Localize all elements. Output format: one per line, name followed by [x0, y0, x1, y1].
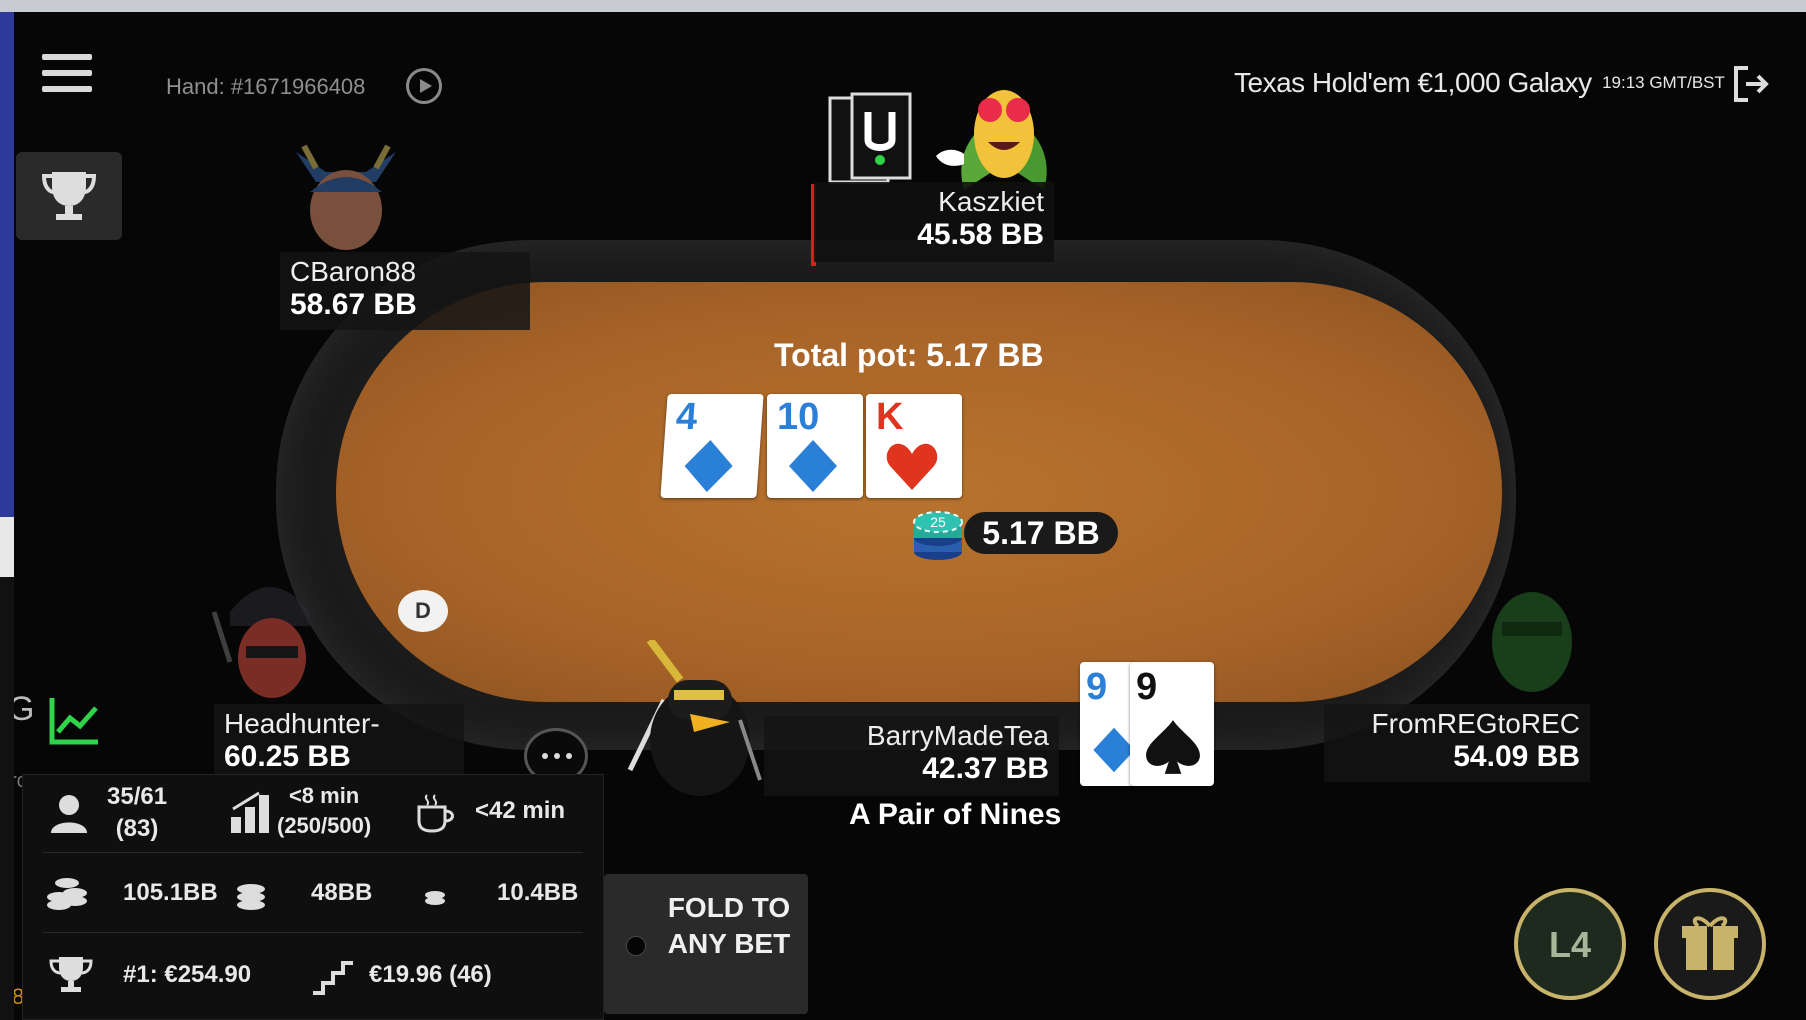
card-rank: 4 — [674, 396, 699, 438]
fold-any-radio[interactable] — [626, 936, 646, 956]
break-time: <42 min — [475, 797, 566, 824]
edge-fragment-letter: G — [14, 690, 35, 728]
game-info: Texas Hold'em €1,000 Galaxy 19:13 GMT/BS… — [1234, 67, 1725, 99]
tournament-stats-panel: 35/61 (83) <8 min (250/500) <42 min 105.… — [22, 774, 604, 1020]
card-rank: 9 — [1136, 666, 1158, 708]
smallest-stack: 10.4BB — [497, 879, 579, 906]
players-icon — [51, 795, 87, 833]
gift-icon — [1682, 916, 1738, 970]
left-edge-strip — [0, 12, 14, 1020]
players-remaining: 35/61 (83) — [107, 783, 167, 843]
player-stack: 45.58 BB — [917, 218, 1044, 251]
spade-icon — [1146, 720, 1200, 774]
trophy-icon — [41, 172, 97, 220]
player-name: FromREGtoREC — [1371, 708, 1580, 739]
level-badge-button[interactable]: L4 — [1514, 888, 1626, 1000]
cbaron-seat[interactable]: CBaron88 58.67 BB — [280, 252, 530, 330]
total-pot: Total pot: 5.17 BB — [774, 337, 1044, 373]
diamond-icon — [684, 440, 733, 492]
barry-seat[interactable]: BarryMadeTea 42.37 BB — [764, 716, 1059, 796]
player-stack: 58.67 BB — [290, 288, 417, 321]
board-card-3: K — [866, 394, 962, 498]
next-level-time: <8 min — [288, 783, 360, 808]
player-name: CBaron88 — [290, 256, 417, 287]
chips-small-icon — [425, 891, 445, 905]
player-name: BarryMadeTea — [866, 720, 1049, 751]
poker-table-screen: G rc 8 Hand: #1671966408 Texas Hold'em €… — [14, 12, 1806, 1020]
player-name: Headhunter- — [224, 708, 380, 739]
first-prize: #1: €254.90 — [123, 961, 252, 988]
player-name: Kaszkiet — [938, 186, 1044, 217]
tournament-lobby-button[interactable] — [16, 152, 122, 240]
replay-icon[interactable] — [406, 68, 442, 104]
kaszkiet-cards-icon — [826, 92, 918, 186]
heart-icon — [886, 443, 938, 490]
chips-average-icon — [237, 884, 265, 910]
level-badge-text: L4 — [1548, 924, 1591, 965]
stats-row-3: #1: €254.90 €19.96 (46) — [43, 933, 583, 1019]
player-stack: 60.25 BB — [224, 740, 351, 773]
diamond-icon — [789, 440, 837, 492]
chip-value: 25 — [930, 514, 946, 530]
window-top-bar — [0, 0, 1806, 12]
blinds-level-icon — [231, 791, 269, 833]
headhunter-avatar — [210, 572, 330, 706]
player-stack: 54.09 BB — [1453, 740, 1580, 773]
kaszkiet-seat[interactable]: Kaszkiet 45.58 BB — [814, 182, 1054, 262]
min-cash: €19.96 (46) — [369, 961, 492, 988]
hand-number: Hand: #1671966408 — [166, 74, 366, 99]
chips-large-icon — [47, 878, 87, 910]
coffee-cup-icon — [417, 794, 454, 833]
game-clock: 19:13 GMT/BST — [1602, 73, 1725, 92]
hand-strength-label: A Pair of Nines — [849, 798, 1062, 831]
game-title: Texas Hold'em €1,000 Galaxy — [1234, 67, 1592, 98]
players-count: 35/61 — [107, 783, 168, 810]
chart-icon[interactable] — [44, 692, 104, 752]
card-rank: K — [876, 396, 904, 438]
dealer-button: D — [398, 590, 448, 632]
hole-card-2: 9 — [1130, 662, 1214, 786]
from-seat[interactable]: FromREGtoREC 54.09 BB — [1324, 704, 1590, 782]
cbaron-avatar — [286, 132, 406, 254]
fold-to-any-bet-checkbox[interactable]: FOLD TO ANY BET — [604, 874, 808, 1014]
player-stack: 42.37 BB — [922, 752, 1049, 785]
board-card-1: 4 — [660, 394, 764, 498]
average-stack: 48BB — [311, 879, 373, 906]
kaszkiet-avatar — [934, 64, 1074, 190]
exit-table-icon[interactable] — [1732, 64, 1772, 104]
stats-row-2: 105.1BB 48BB 10.4BB — [43, 853, 583, 933]
headhunter-seat[interactable]: Headhunter- 60.25 BB — [214, 704, 464, 782]
payout-steps-icon — [313, 961, 353, 995]
card-rank: 9 — [1086, 666, 1108, 708]
next-level: <8 min (250/500) — [277, 783, 371, 839]
players-total: (83) — [115, 815, 159, 842]
fold-any-label: FOLD TO ANY BET — [667, 892, 791, 959]
from-avatar — [1472, 572, 1592, 702]
pot-amount: 5.17 BB — [964, 512, 1118, 554]
pot-chip-stack: 25 — [910, 500, 966, 562]
next-level-blinds: (250/500) — [277, 813, 372, 838]
hamburger-menu-button[interactable] — [42, 54, 92, 100]
card-rank: 10 — [777, 396, 820, 438]
trophy-icon — [49, 957, 93, 992]
stats-row-1: 35/61 (83) <8 min (250/500) <42 min — [43, 775, 583, 853]
largest-stack: 105.1BB — [123, 879, 218, 906]
board-card-2: 10 — [767, 394, 863, 498]
gift-button[interactable] — [1654, 888, 1766, 1000]
